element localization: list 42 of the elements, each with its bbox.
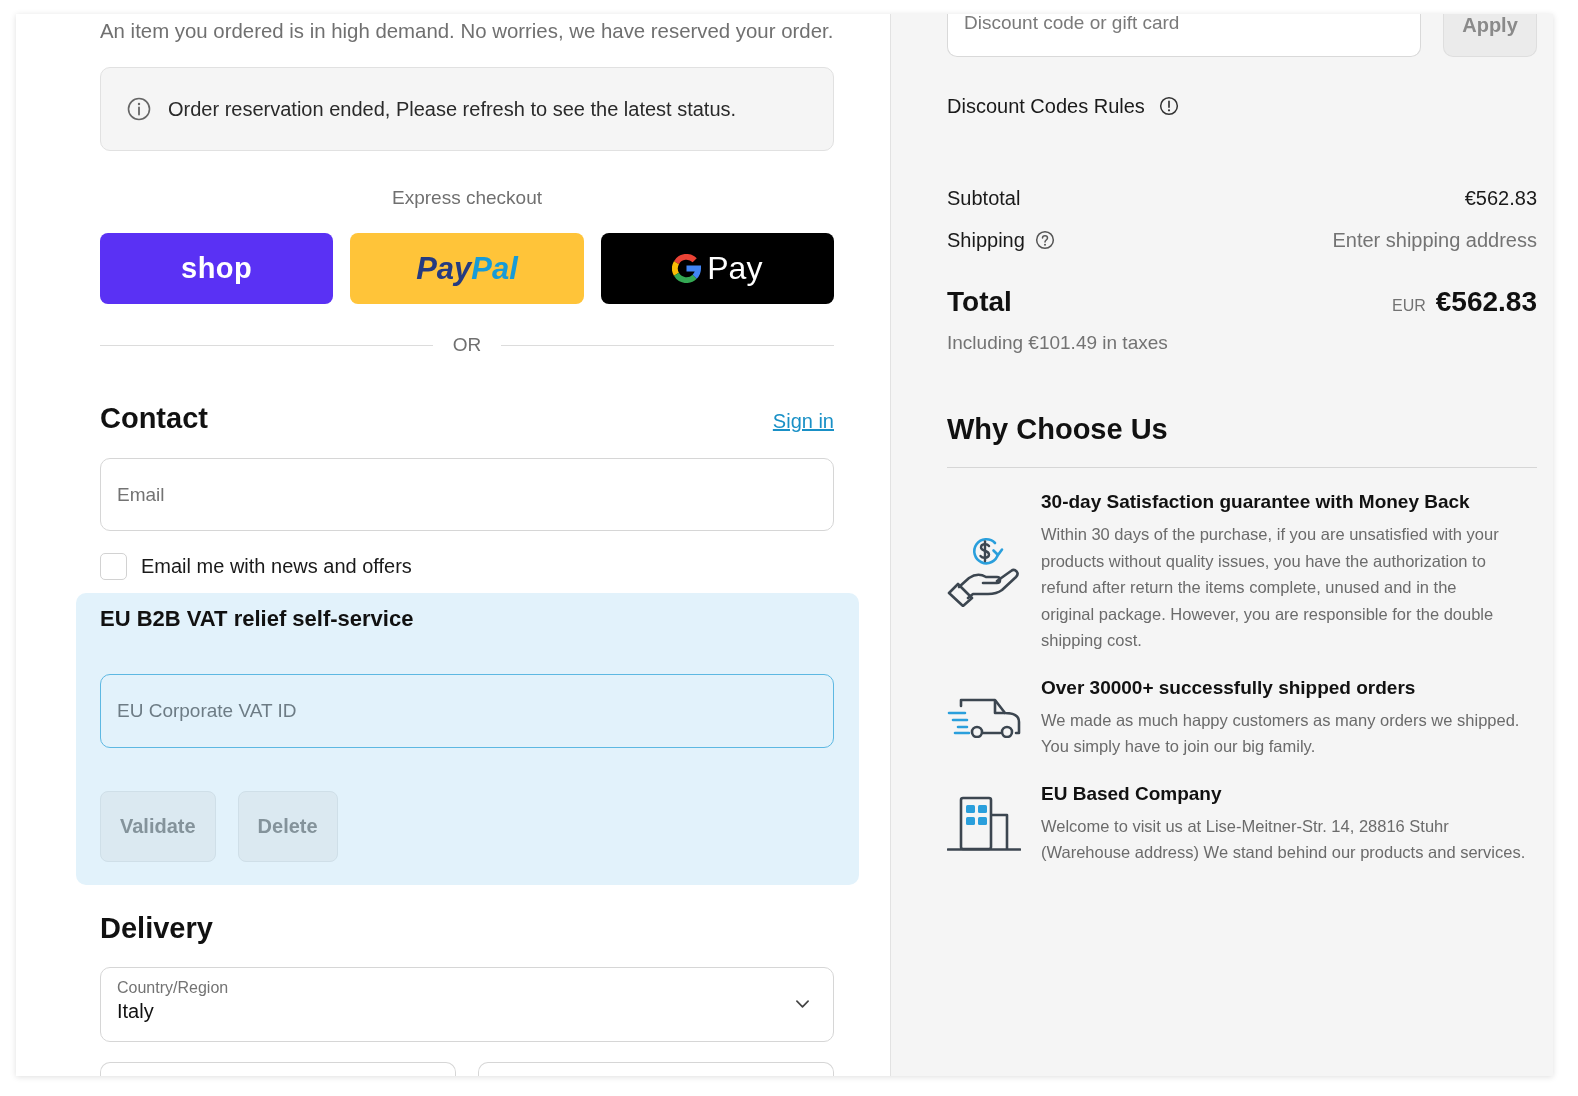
total-label: Total (947, 285, 1012, 319)
panel-title: EU B2B VAT relief self-service (100, 605, 415, 633)
section-heading: Delivery (100, 911, 214, 946)
total-amount: €562.83 (1435, 285, 1537, 319)
feature-text: Welcome to visit us at Lise-Meitner-Str. 14, 28816 Stuhr (Warehouse address) We stand behind our products and services. (1041, 815, 1527, 863)
separator-label: OR (452, 333, 482, 357)
section-heading: Why Choose Us (947, 412, 1169, 447)
express-checkout-label: Express checkout (391, 186, 543, 210)
discount-rules-link[interactable]: Discount Codes Rules (947, 93, 1145, 119)
exclamation-icon (1158, 96, 1179, 116)
g-logo-icon (672, 254, 702, 283)
chevron-down-icon (796, 1000, 809, 1008)
hand-coin-icon (947, 535, 1021, 608)
sign-in-link[interactable]: Sign in (772, 410, 834, 433)
discount-field[interactable]: Discount code or gift card (947, 14, 1421, 57)
country-select[interactable]: Country/Region Italy (100, 967, 834, 1042)
summary-label: Subtotal (947, 186, 1021, 211)
currency-code: EUR (1392, 297, 1426, 315)
checkbox[interactable] (100, 553, 127, 580)
building-icon (947, 795, 1021, 851)
summary-label: Shipping (947, 228, 1025, 253)
info-icon (127, 97, 151, 121)
tax-note: Including €101.49 in taxes (947, 331, 1169, 355)
alert-message: Order reservation ended, Please refresh to see the latest status. (168, 97, 737, 121)
feature-title: 30-day Satisfaction guarantee with Money Back (1041, 490, 1471, 514)
feature-text: We made as much happy customers as many orders we shipped. You simply have to join our big family. (1041, 709, 1521, 757)
summary-value: Enter shipping address (1332, 228, 1537, 253)
truck-icon (947, 696, 1021, 738)
vat-id-field[interactable]: EU Corporate VAT ID (100, 674, 834, 748)
email-field[interactable]: Email (100, 458, 834, 531)
summary-value: €562.83 (1464, 186, 1537, 211)
paypal-button[interactable]: PayPal (350, 233, 584, 304)
demand-message: An item you ordered is in high demand. No worries, we have reserved your order. (100, 19, 834, 43)
checkbox-label: Email me with news and offers (141, 555, 412, 578)
feature-title: Over 30000+ successfully shipped orders (1041, 675, 1417, 700)
section-heading: Contact (100, 401, 208, 436)
gpay-button[interactable]: Pay (600, 233, 834, 304)
input-field[interactable] (478, 1062, 834, 1076)
feature-text: Within 30 days of the purchase, if you are unsatisfied with your products without quality issues, you have the authorization to refund after return the items complete, unused and in the original package. However, you are responsible for the double shipping cost. (1041, 524, 1500, 651)
shop-button[interactable]: shop (100, 233, 334, 304)
feature-title: EU Based Company (1041, 781, 1223, 806)
input-field[interactable] (100, 1062, 456, 1076)
